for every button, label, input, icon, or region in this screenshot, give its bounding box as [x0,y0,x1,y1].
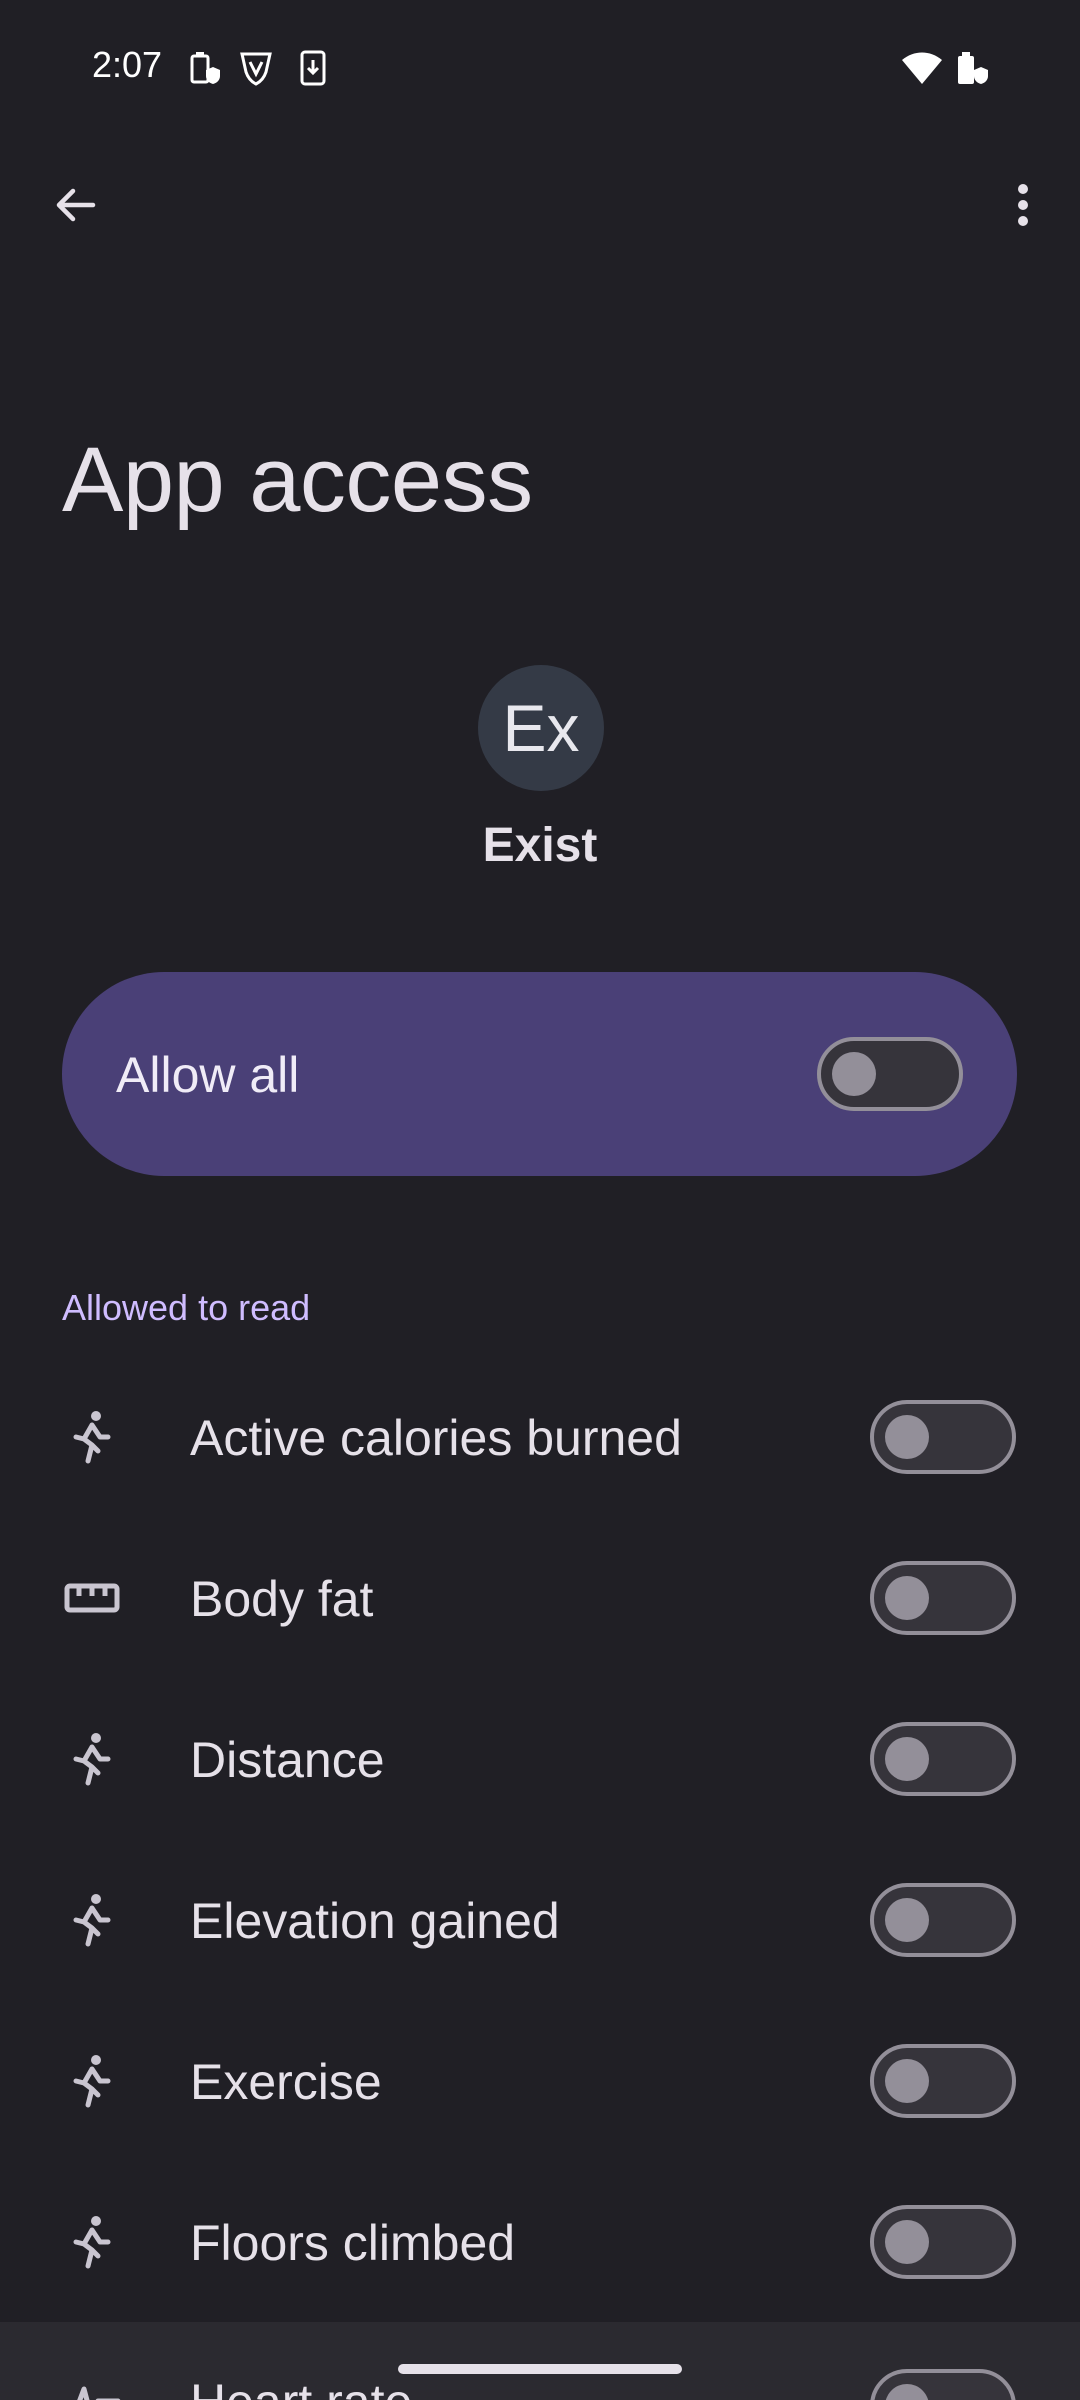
permission-label: Elevation gained [190,1893,560,1949]
toggle-knob [832,1052,876,1096]
permission-row[interactable]: Active calories burned [0,1357,1080,1517]
back-button[interactable] [40,170,110,240]
home-indicator[interactable] [398,2364,682,2374]
activity-icon [62,1407,122,1467]
activity-icon [62,2212,122,2272]
more-vert-icon [1018,184,1028,226]
permission-label: Active calories burned [190,1410,682,1466]
status-bar: 2:07 [0,0,1080,130]
permission-toggle[interactable] [870,1400,1016,1474]
permission-label: Distance [190,1732,385,1788]
arrow-back-icon [56,188,96,222]
section-header: Allowed to read [62,1287,311,1328]
activity-icon [62,2051,122,2111]
ruler-icon [62,1568,122,1628]
toggle-knob [885,2059,929,2103]
app-avatar: Ex [478,665,604,791]
activity-icon [62,1729,122,1789]
toggle-knob [885,1415,929,1459]
allow-all-label: Allow all [116,1047,300,1103]
permission-row[interactable]: Elevation gained [0,1840,1080,2000]
battery-saver-icon [186,48,222,88]
toggle-knob [885,2220,929,2264]
top-app-bar [0,150,1080,260]
toggle-knob [885,2384,929,2400]
wifi-icon [900,48,944,88]
permission-toggle[interactable] [870,2369,1016,2400]
app-name: Exist [482,819,598,872]
battery-icon [954,48,990,88]
allow-all-toggle[interactable] [817,1037,963,1111]
permission-label: Floors climbed [190,2215,516,2271]
page-title: App access [62,429,533,531]
permission-row[interactable]: Floors climbed [0,2162,1080,2322]
toggle-knob [885,1576,929,1620]
permission-toggle[interactable] [870,1561,1016,1635]
permission-toggle[interactable] [870,2205,1016,2279]
toggle-knob [885,1737,929,1781]
permission-row[interactable]: Body fat [0,1518,1080,1678]
permission-row[interactable]: Heart rate [0,2323,1080,2400]
permission-label: Heart rate [190,2373,412,2400]
more-options-button[interactable] [988,170,1058,240]
permission-label: Exercise [190,2054,382,2110]
permission-row[interactable]: Distance [0,1679,1080,1839]
heart-rate-icon [62,2371,122,2400]
activity-icon [62,1890,122,1950]
permission-toggle[interactable] [870,2044,1016,2118]
status-time: 2:07 [92,44,163,85]
toggle-knob [885,1898,929,1942]
allow-all-card[interactable]: Allow all [62,972,1017,1176]
permission-toggle[interactable] [870,1722,1016,1796]
download-icon [296,48,332,88]
permission-label: Body fat [190,1571,374,1627]
vpn-shield-icon [238,48,274,88]
permission-toggle[interactable] [870,1883,1016,1957]
app-initials: Ex [502,691,580,765]
permission-row[interactable]: Exercise [0,2001,1080,2161]
